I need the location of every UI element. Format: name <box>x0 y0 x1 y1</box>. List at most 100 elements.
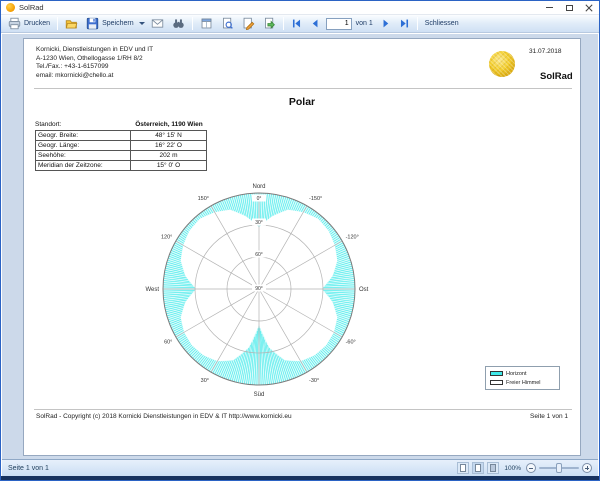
compass-label: Süd <box>254 392 265 398</box>
window-bottom-edge <box>1 476 599 480</box>
window-title: SolRad <box>19 3 44 12</box>
toolbar-separator <box>57 17 58 30</box>
preview-area: Kornicki, Dienstleistungen in EDV und IT… <box>2 34 598 459</box>
azimuth-tick-label: 120° <box>161 235 172 241</box>
save-dropdown-button[interactable] <box>139 21 146 26</box>
row-label: Geogr. Breite: <box>36 131 131 140</box>
nav-next-icon <box>380 18 391 29</box>
save-button[interactable]: Speichern <box>83 16 137 31</box>
statusbar-page-label: Seite 1 von 1 <box>8 465 49 472</box>
page-number-input[interactable] <box>326 18 352 30</box>
elevation-tick-label: 0° <box>257 196 262 202</box>
close-preview-button[interactable]: Schliessen <box>422 19 462 28</box>
table-row: Standort: Österreich, 1190 Wien <box>35 118 207 130</box>
legend-item: Horizont <box>490 369 555 378</box>
open-button[interactable] <box>62 16 81 31</box>
report-title: Polar <box>24 96 580 108</box>
next-page-button[interactable] <box>377 17 394 30</box>
solrad-sun-logo <box>489 51 515 77</box>
zoom-in-button[interactable] <box>582 463 592 473</box>
company-line: email: mkornicki@chello.at <box>36 72 153 81</box>
layout-columns-button[interactable] <box>197 16 216 31</box>
table-row: Geogr. Länge: 16° 22' O <box>36 141 206 151</box>
logo-label: SolRad <box>540 71 573 82</box>
last-page-button[interactable] <box>396 17 413 30</box>
legend-item: Freier Himmel <box>490 378 555 387</box>
table-row: Seehöhe: 202 m <box>36 151 206 161</box>
azimuth-tick-label: -120° <box>346 235 359 241</box>
close-button[interactable] <box>579 1 599 14</box>
nav-first-icon <box>291 18 302 29</box>
page-pencil-icon <box>242 17 255 30</box>
zoom-out-button[interactable] <box>526 463 536 473</box>
close-preview-label: Schliessen <box>425 20 459 27</box>
zoom-slider[interactable] <box>539 467 579 469</box>
compass-label: Ost <box>359 287 369 293</box>
elevation-tick-label: 30° <box>255 220 263 226</box>
azimuth-tick-label: 30° <box>201 378 209 384</box>
toolbar: Drucken Speichern <box>1 15 599 33</box>
nav-last-icon <box>399 18 410 29</box>
print-label: Drucken <box>24 20 50 27</box>
full-page-view-button[interactable] <box>487 462 499 474</box>
standort-value: Österreich, 1190 Wien <box>131 121 207 128</box>
maximize-icon <box>566 5 573 11</box>
compass-label: Nord <box>252 184 265 190</box>
app-window: SolRad Drucken <box>0 0 600 481</box>
email-icon <box>151 18 164 29</box>
save-label: Speichern <box>102 20 134 27</box>
footer-page-number: Seite 1 von 1 <box>530 413 568 420</box>
chart-legend: Horizont Freier Himmel <box>485 366 560 390</box>
single-page-icon <box>460 464 466 472</box>
export-page-button[interactable] <box>260 16 279 31</box>
open-folder-icon <box>65 17 78 30</box>
header-divider <box>34 88 572 89</box>
row-value: 202 m <box>131 152 206 159</box>
toolbar-separator <box>417 17 418 30</box>
azimuth-tick-label: -60° <box>346 340 356 346</box>
info-grid: Geogr. Breite: 48° 15' N Geogr. Länge: 1… <box>35 130 207 171</box>
print-button[interactable]: Drucken <box>5 16 53 31</box>
search-button[interactable] <box>169 16 188 31</box>
company-line: Tel./Fax.: +43-1-6157099 <box>36 63 153 72</box>
single-page-view-button[interactable] <box>457 462 469 474</box>
elevation-tick-label: 90° <box>255 286 263 292</box>
report-page: Kornicki, Dienstleistungen in EDV und IT… <box>23 38 581 456</box>
legend-swatch-freier-himmel <box>490 380 503 385</box>
nav-previous-icon <box>310 18 321 29</box>
minimize-icon <box>546 7 553 8</box>
page-magnifier-icon <box>221 17 234 30</box>
polar-chart: 0°30°60°90°NordOstSüdWest-150°-120°-60°-… <box>112 167 412 413</box>
azimuth-tick-label: 60° <box>164 340 172 346</box>
row-value: 16° 22' O <box>131 142 206 149</box>
first-page-button[interactable] <box>288 17 305 30</box>
minimize-button[interactable] <box>539 1 559 14</box>
elevation-tick-label: 60° <box>255 252 263 258</box>
multi-page-view-button[interactable] <box>472 462 484 474</box>
table-row: Geogr. Breite: 48° 15' N <box>36 131 206 141</box>
page-footer: SolRad - Copyright (c) 2018 Kornicki Die… <box>36 413 568 420</box>
footer-divider <box>34 409 572 410</box>
binoculars-search-icon <box>172 17 185 30</box>
maximize-button[interactable] <box>559 1 579 14</box>
legend-label: Horizont <box>506 371 526 377</box>
zoom-slider-thumb[interactable] <box>556 463 562 473</box>
standort-label: Standort: <box>35 121 131 128</box>
chevron-down-icon <box>139 22 145 25</box>
status-bar: Seite 1 von 1 100% <box>2 459 598 476</box>
page-zoom-button[interactable] <box>218 16 237 31</box>
edit-page-button[interactable] <box>239 16 258 31</box>
previous-page-button[interactable] <box>307 17 324 30</box>
compass-label: West <box>145 287 159 293</box>
email-button[interactable] <box>148 17 167 30</box>
footer-copyright: SolRad - Copyright (c) 2018 Kornicki Die… <box>36 413 292 420</box>
row-label: Seehöhe: <box>36 151 131 160</box>
printer-icon <box>8 17 21 30</box>
layout-columns-icon <box>200 17 213 30</box>
full-page-icon <box>490 464 496 472</box>
close-icon <box>585 4 593 12</box>
company-address-block: Kornicki, Dienstleistungen in EDV und IT… <box>36 46 153 80</box>
toolbar-separator <box>192 17 193 30</box>
multi-page-icon <box>475 464 481 472</box>
window-controls <box>539 1 599 14</box>
